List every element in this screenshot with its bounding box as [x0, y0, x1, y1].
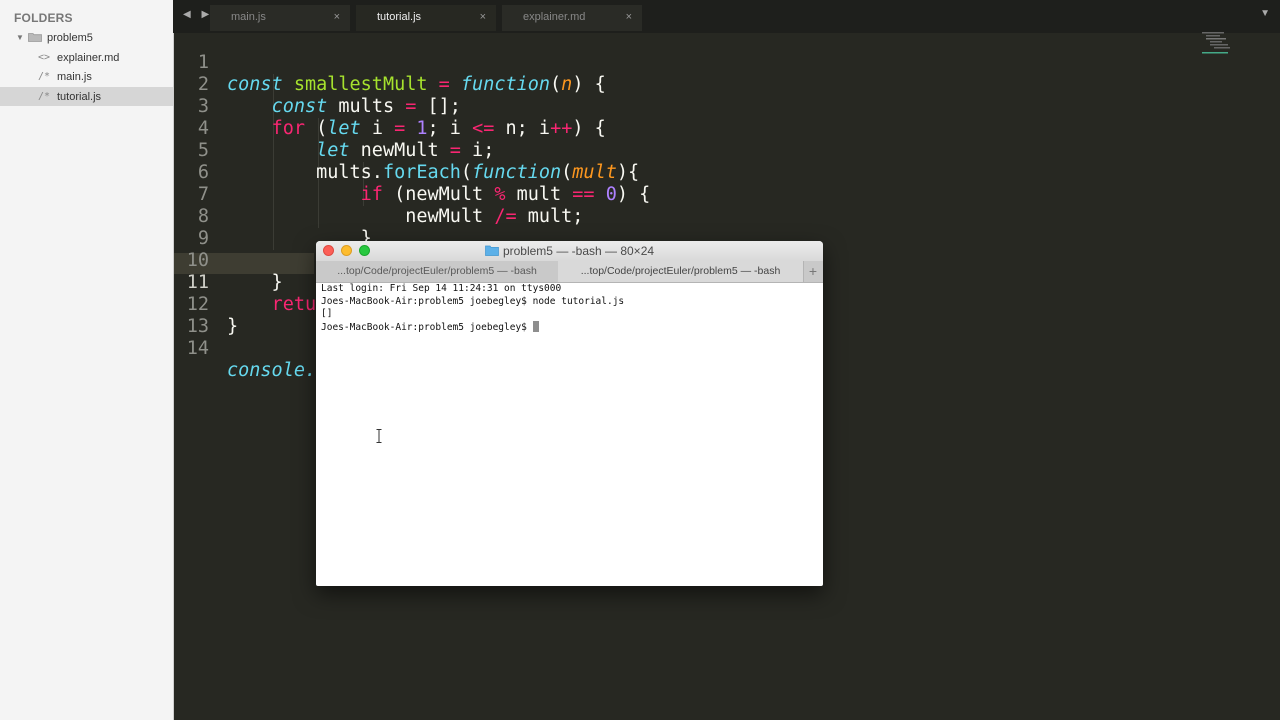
code-text: } [227, 272, 283, 293]
terminal-titlebar[interactable]: problem5 — -bash — 80×24 [316, 241, 823, 261]
close-icon[interactable]: × [480, 5, 486, 29]
code-text: const mults = []; [271, 96, 461, 117]
tab-label: tutorial.js [377, 11, 422, 23]
terminal-output[interactable]: Last login: Fri Sep 14 11:24:31 on ttys0… [321, 283, 818, 583]
terminal-line: Last login: Fri Sep 14 11:24:31 on ttys0… [321, 283, 562, 294]
code-text: retu [271, 294, 317, 315]
terminal-line: Joes-MacBook-Air:problem5 joebegley$ nod… [321, 295, 625, 307]
terminal-prompt-line: Joes-MacBook-Air:problem5 joebegley$ [321, 320, 818, 334]
sidebar-file-main[interactable]: /* main.js [0, 67, 173, 86]
code-text: mults.forEach(function(mult){ [227, 162, 640, 183]
code-line: 8 } [174, 184, 372, 249]
code-line: 9 }) [174, 206, 339, 271]
text-cursor-icon [376, 429, 382, 443]
terminal-line: [] [321, 308, 333, 319]
terminal-window[interactable]: problem5 — -bash — 80×24 ...top/Code/pro… [316, 241, 823, 586]
folder-expanded-caret-icon[interactable]: ▼ [16, 33, 24, 42]
folder-label: problem5 [47, 31, 93, 44]
code-text: if (newMult % mult == 0) { [360, 184, 651, 205]
code-line: 13 [174, 294, 219, 337]
line-number: 14 [186, 338, 209, 359]
folders-header: FOLDERS [14, 11, 73, 25]
tab-list-dropdown-icon[interactable]: ▼ [1260, 8, 1270, 19]
tab-nav-arrows-icon[interactable]: ◀ ▶ [183, 9, 213, 20]
code-line: 14 console. [174, 316, 316, 381]
js-file-icon: /* [38, 91, 51, 102]
file-label: main.js [57, 70, 92, 83]
code-text: let newMult = i; [316, 140, 495, 161]
code-line: 10 } [174, 228, 283, 293]
code-text: newMult /= mult; [227, 206, 584, 227]
file-label: explainer.md [57, 51, 120, 64]
code-line: 6 if (newMult % mult == 0) { [174, 140, 650, 205]
minimap[interactable] [1200, 30, 1240, 55]
terminal-tab-2[interactable]: ...top/Code/projectEuler/problem5 — -bas… [558, 261, 804, 282]
code-text: console. [227, 360, 317, 381]
terminal-tab-1[interactable]: ...top/Code/projectEuler/problem5 — -bas… [316, 261, 559, 282]
tab-label: main.js [231, 11, 266, 23]
close-icon[interactable]: × [334, 5, 340, 29]
code-line-current: 11 retu [174, 250, 316, 315]
file-label: tutorial.js [57, 90, 102, 103]
js-file-icon: /* [38, 71, 51, 82]
code-text: const smallestMult = function(n) { [227, 74, 606, 95]
folder-icon [485, 245, 499, 256]
code-line: 4 let newMult = i; [174, 96, 494, 161]
sidebar: FOLDERS ▼ problem5 <> explainer.md /* ma… [0, 0, 174, 720]
sidebar-file-tutorial[interactable]: /* tutorial.js [0, 87, 173, 106]
close-icon[interactable]: × [626, 5, 632, 29]
code-line: 12 } [174, 272, 238, 337]
folder-icon [28, 33, 42, 42]
tab-bar: ◀ ▶ main.js × tutorial.js × explainer.md… [173, 0, 1280, 33]
code-text: for (let i = 1; i <= n; i++) { [271, 118, 606, 139]
new-tab-button[interactable]: + [803, 261, 823, 282]
code-line: 7 newMult /= mult; [174, 162, 584, 227]
terminal-tab-bar: ...top/Code/projectEuler/problem5 — -bas… [316, 261, 823, 283]
code-line: 5 mults.forEach(function(mult){ [174, 118, 639, 183]
terminal-prompt: Joes-MacBook-Air:problem5 joebegley$ [321, 321, 533, 333]
tab-main-js[interactable]: main.js × [210, 5, 350, 31]
code-line: 1 const smallestMult = function(n) { [174, 30, 606, 95]
markdown-file-icon: <> [38, 52, 51, 63]
terminal-title-text: problem5 — -bash — 80×24 [502, 244, 655, 258]
terminal-title: problem5 — -bash — 80×24 [316, 244, 823, 258]
sidebar-file-explainer[interactable]: <> explainer.md [0, 48, 173, 67]
terminal-cursor [532, 320, 539, 332]
tab-label: explainer.md [523, 11, 586, 23]
code-text: } [227, 316, 239, 337]
tab-tutorial-js[interactable]: tutorial.js × [356, 5, 496, 31]
folder-problem5[interactable]: ▼ problem5 [0, 28, 173, 47]
code-line: 3 for (let i = 1; i <= n; i++) { [174, 74, 606, 139]
tab-explainer-md[interactable]: explainer.md × [502, 5, 642, 31]
code-line: 2 const mults = []; [174, 52, 461, 117]
